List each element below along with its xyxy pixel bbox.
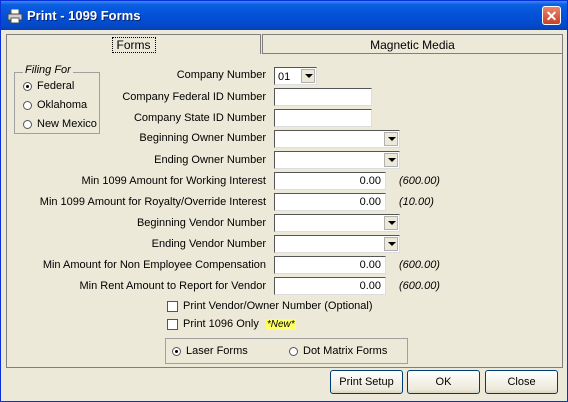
min-working-interest-label: Min 1099 Amount for Working Interest	[81, 175, 266, 187]
title-bar[interactable]: Print - 1099 Forms ✕	[1, 1, 567, 30]
radio-selected-icon	[172, 346, 181, 356]
print-vendor-owner-checkbox[interactable]: Print Vendor/Owner Number (Optional)	[167, 300, 373, 312]
company-federal-id-input[interactable]	[274, 88, 372, 106]
new-badge: *New*	[265, 318, 296, 330]
radio-unselected-icon	[289, 346, 298, 356]
radio-federal[interactable]: Federal	[23, 80, 74, 92]
print-1099-forms-window: Print - 1099 Forms ✕ Forms Magnetic Medi…	[0, 0, 568, 402]
min-non-employee-input[interactable]: 0.00	[274, 256, 386, 274]
chevron-down-icon[interactable]	[301, 69, 315, 83]
tab-forms[interactable]: Forms	[6, 34, 261, 54]
print-vendor-owner-label: Print Vendor/Owner Number (Optional)	[183, 300, 373, 312]
company-federal-id-label: Company Federal ID Number	[122, 91, 266, 103]
min-non-employee-hint: (600.00)	[399, 259, 440, 271]
print-1096-only-label: Print 1096 Only	[183, 318, 259, 330]
window-title: Print - 1099 Forms	[27, 8, 141, 23]
radio-laser-forms[interactable]: Laser Forms	[172, 345, 248, 357]
min-royalty-override-label: Min 1099 Amount for Royalty/Override Int…	[39, 196, 266, 208]
ending-vendor-select[interactable]	[274, 235, 400, 253]
radio-federal-label: Federal	[37, 80, 75, 92]
chevron-down-icon[interactable]	[384, 237, 398, 251]
radio-oklahoma[interactable]: Oklahoma	[23, 99, 87, 111]
min-royalty-override-input[interactable]: 0.00	[274, 193, 386, 211]
checkbox-icon	[167, 300, 178, 312]
min-rent-label: Min Rent Amount to Report for Vendor	[79, 280, 267, 292]
min-working-interest-input[interactable]: 0.00	[274, 172, 386, 190]
ending-owner-select[interactable]	[274, 151, 400, 169]
chevron-down-icon[interactable]	[384, 132, 398, 146]
tab-magnetic-media[interactable]: Magnetic Media	[262, 34, 563, 54]
radio-oklahoma-label: Oklahoma	[37, 99, 88, 111]
company-state-id-label: Company State ID Number	[133, 112, 266, 124]
min-non-employee-label: Min Amount for Non Employee Compensation	[42, 259, 266, 271]
radio-dot-matrix-forms[interactable]: Dot Matrix Forms	[289, 345, 387, 357]
radio-new-mexico-label: New Mexico	[37, 118, 97, 130]
ending-vendor-label: Ending Vendor Number	[151, 238, 266, 250]
beginning-owner-label: Beginning Owner Number	[139, 132, 266, 144]
company-state-id-input[interactable]	[274, 109, 372, 127]
printer-icon	[7, 9, 23, 23]
ok-button[interactable]: OK	[407, 370, 480, 394]
company-number-select[interactable]: 01	[274, 67, 317, 85]
radio-unselected-icon	[23, 100, 32, 110]
radio-new-mexico[interactable]: New Mexico	[23, 118, 97, 130]
print-1096-only-checkbox[interactable]: Print 1096 Only *New*	[167, 318, 296, 330]
print-setup-button[interactable]: Print Setup	[330, 370, 403, 394]
filing-for-title: Filing For	[23, 64, 73, 76]
chevron-down-icon[interactable]	[384, 216, 398, 230]
company-number-value: 01	[278, 71, 291, 83]
close-button[interactable]: Close	[485, 370, 558, 394]
min-rent-hint: (600.00)	[399, 280, 440, 292]
chevron-down-icon[interactable]	[384, 153, 398, 167]
beginning-vendor-label: Beginning Vendor Number	[136, 217, 266, 229]
min-royalty-override-hint: (10.00)	[399, 196, 434, 208]
beginning-owner-select[interactable]	[274, 130, 400, 148]
min-rent-input[interactable]: 0.00	[274, 277, 386, 295]
min-working-interest-hint: (600.00)	[399, 175, 440, 187]
beginning-vendor-select[interactable]	[274, 214, 400, 232]
radio-dot-matrix-forms-label: Dot Matrix Forms	[303, 345, 388, 357]
ending-owner-label: Ending Owner Number	[154, 154, 266, 166]
company-number-label: Company Number	[176, 69, 266, 81]
radio-unselected-icon	[23, 119, 32, 129]
tab-forms-label: Forms	[111, 37, 156, 53]
close-icon[interactable]: ✕	[542, 6, 561, 25]
radio-selected-icon	[23, 81, 32, 91]
checkbox-icon	[167, 318, 178, 330]
radio-laser-forms-label: Laser Forms	[186, 345, 248, 357]
